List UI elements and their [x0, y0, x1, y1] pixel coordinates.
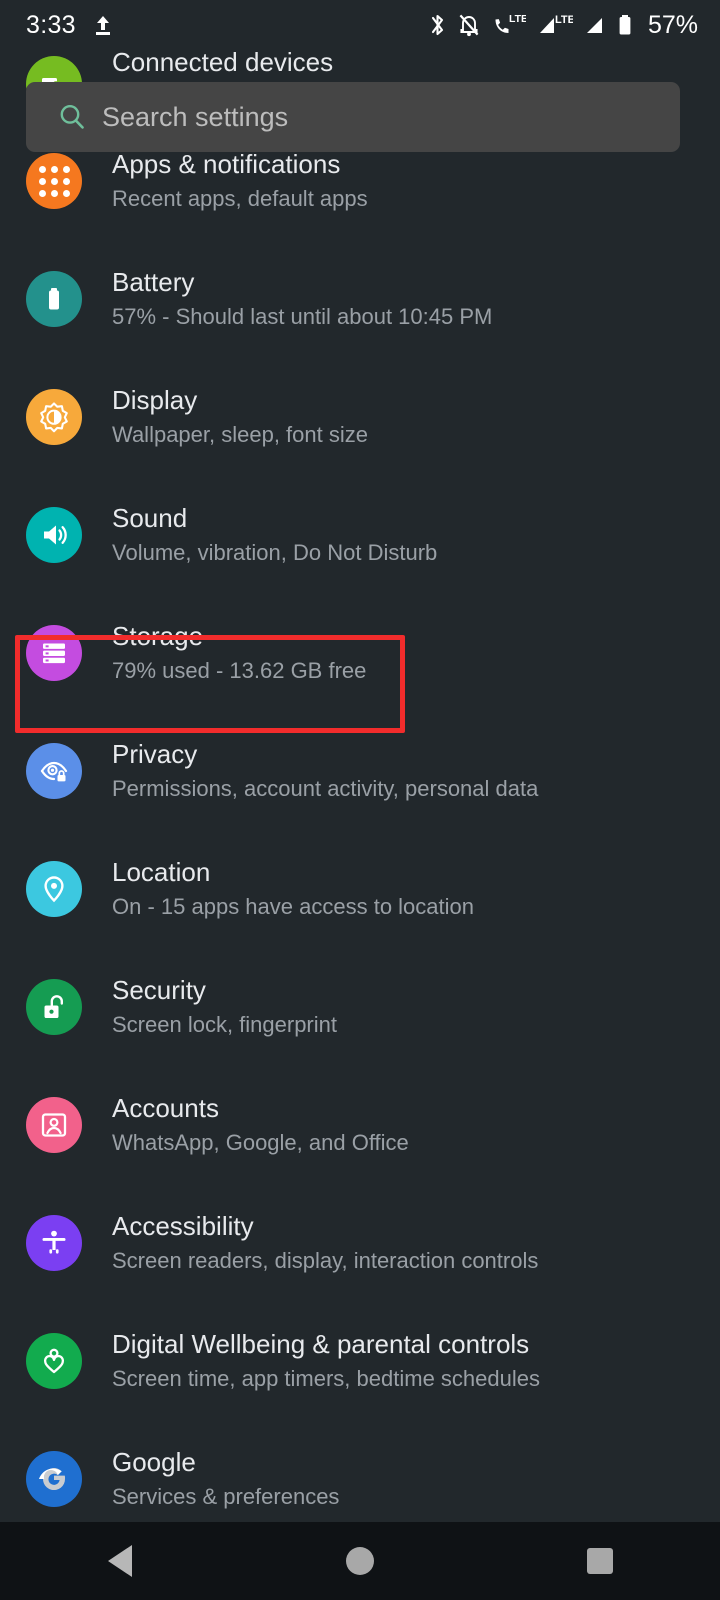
- speaker-icon: [26, 507, 82, 563]
- settings-row-text: Privacy Permissions, account activity, p…: [112, 738, 538, 803]
- status-bar-notification-icons: [92, 13, 114, 37]
- volte-phone-icon: LTE: [495, 13, 526, 33]
- settings-row-subtitle: Screen readers, display, interaction con…: [112, 1247, 539, 1273]
- status-bar-battery-percent: 57%: [647, 10, 698, 39]
- google-g-icon: [26, 1451, 82, 1507]
- settings-row-title: Connected devices: [112, 47, 334, 77]
- settings-row-subtitle: 57% - Should last until about 10:45 PM: [112, 303, 493, 329]
- settings-row-battery[interactable]: Battery 57% - Should last until about 10…: [0, 240, 720, 358]
- svg-text:LTE: LTE: [555, 14, 573, 26]
- settings-row-subtitle: Screen lock, fingerprint: [112, 1011, 337, 1037]
- settings-row-title: Google: [112, 1447, 196, 1478]
- brightness-icon: [26, 389, 82, 445]
- battery-icon: [619, 15, 631, 35]
- settings-row-title: Accounts: [112, 1093, 219, 1124]
- signal-lte-icon: LTE: [539, 14, 573, 33]
- settings-row-title: Sound: [112, 503, 188, 534]
- settings-screen: 3:33 LTE LTE 57% Connected devices Apps …: [0, 0, 720, 1600]
- settings-row-title: Apps & notifications: [112, 149, 341, 180]
- settings-row-text: Sound Volume, vibration, Do Not Disturb: [112, 502, 437, 567]
- settings-row-subtitle: Services & preferences: [112, 1483, 340, 1509]
- svg-text:LTE: LTE: [509, 13, 526, 25]
- battery-icon: [26, 271, 82, 327]
- settings-row-subtitle: Volume, vibration, Do Not Disturb: [112, 539, 438, 565]
- settings-row-text: Google Services & preferences: [112, 1446, 339, 1511]
- settings-row-text: Accessibility Screen readers, display, i…: [112, 1210, 538, 1275]
- eye-lock-icon: [26, 743, 82, 799]
- settings-row-title: Location: [112, 857, 211, 888]
- settings-row-privacy[interactable]: Privacy Permissions, account activity, p…: [0, 712, 720, 830]
- wellbeing-heart-icon: [26, 1333, 82, 1389]
- nav-back-button[interactable]: [0, 1522, 240, 1600]
- settings-row-subtitle: WhatsApp, Google, and Office: [112, 1129, 409, 1155]
- settings-row-security[interactable]: Security Screen lock, fingerprint: [0, 948, 720, 1066]
- storage-bars-icon: [26, 625, 82, 681]
- settings-row-text: Digital Wellbeing & parental controls Sc…: [112, 1328, 540, 1393]
- settings-row-text: Apps & notifications Recent apps, defaul…: [112, 148, 368, 213]
- settings-row-text: Storage 79% used - 13.62 GB free: [112, 620, 366, 685]
- settings-row-subtitle: Recent apps, default apps: [112, 185, 368, 211]
- bluetooth-icon: [431, 14, 444, 36]
- unlock-padlock-icon: [26, 979, 82, 1035]
- settings-row-digital-wellbeing[interactable]: Digital Wellbeing & parental controls Sc…: [0, 1302, 720, 1420]
- settings-row-title: Privacy: [112, 739, 198, 770]
- settings-row-text: Location On - 15 apps have access to loc…: [112, 856, 474, 921]
- settings-row-subtitle: On - 15 apps have access to location: [112, 893, 474, 919]
- settings-row-title: Digital Wellbeing & parental controls: [112, 1329, 530, 1360]
- status-bar: 3:33 LTE LTE 57%: [0, 0, 720, 50]
- home-circle-icon: [346, 1547, 374, 1575]
- back-triangle-icon: [108, 1545, 132, 1577]
- bell-off-icon: [459, 14, 479, 37]
- settings-row-title: Display: [112, 385, 198, 416]
- recents-square-icon: [587, 1548, 613, 1574]
- settings-list: Connected devices Apps & notifications R…: [0, 47, 720, 1538]
- apps-grid-icon: [26, 153, 82, 209]
- settings-row-title: Battery: [112, 267, 195, 298]
- signal-bars-icon: [586, 18, 602, 33]
- settings-row-text: Connected devices: [112, 46, 333, 79]
- settings-row-title: Storage: [112, 621, 204, 652]
- status-bar-clock: 3:33: [26, 10, 76, 39]
- settings-row-text: Accounts WhatsApp, Google, and Office: [112, 1092, 409, 1157]
- settings-row-google[interactable]: Google Services & preferences: [0, 1420, 720, 1538]
- settings-row-text: Battery 57% - Should last until about 10…: [112, 266, 492, 331]
- settings-row-title: Accessibility: [112, 1211, 254, 1242]
- accessibility-person-icon: [26, 1215, 82, 1271]
- settings-row-storage[interactable]: Storage 79% used - 13.62 GB free: [0, 594, 720, 712]
- navigation-bar: [0, 1522, 720, 1600]
- settings-row-title: Security: [112, 975, 206, 1006]
- settings-row-text: Security Screen lock, fingerprint: [112, 974, 337, 1039]
- settings-row-sound[interactable]: Sound Volume, vibration, Do Not Disturb: [0, 476, 720, 594]
- settings-row-accessibility[interactable]: Accessibility Screen readers, display, i…: [0, 1184, 720, 1302]
- nav-home-button[interactable]: [240, 1522, 480, 1600]
- nav-recents-button[interactable]: [480, 1522, 720, 1600]
- upload-icon: [95, 16, 110, 35]
- search-icon: [60, 104, 84, 129]
- settings-row-subtitle: Permissions, account activity, personal …: [112, 775, 539, 801]
- settings-row-display[interactable]: Display Wallpaper, sleep, font size: [0, 358, 720, 476]
- location-pin-icon: [26, 861, 82, 917]
- status-bar-system-icons: LTE LTE 57%: [429, 11, 698, 40]
- settings-row-subtitle: Screen time, app timers, bedtime schedul…: [112, 1365, 540, 1391]
- settings-row-text: Display Wallpaper, sleep, font size: [112, 384, 368, 449]
- settings-row-subtitle: 79% used - 13.62 GB free: [112, 657, 367, 683]
- search-input[interactable]: Search settings: [102, 102, 288, 133]
- settings-row-subtitle: Wallpaper, sleep, font size: [112, 421, 368, 447]
- settings-row-accounts[interactable]: Accounts WhatsApp, Google, and Office: [0, 1066, 720, 1184]
- account-box-icon: [26, 1097, 82, 1153]
- search-settings-bar[interactable]: Search settings: [26, 82, 680, 152]
- settings-row-location[interactable]: Location On - 15 apps have access to loc…: [0, 830, 720, 948]
